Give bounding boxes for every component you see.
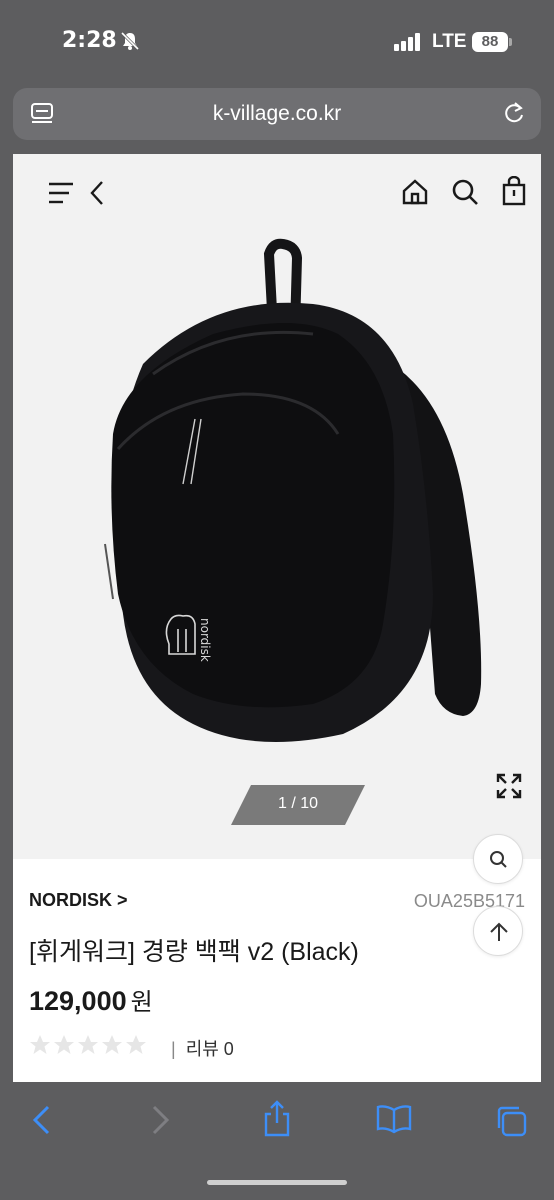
review-label[interactable]: 리뷰 0 [186,1039,234,1059]
price-currency: 원 [130,989,153,1016]
zoom-button[interactable] [473,834,523,884]
back-icon[interactable] [30,1104,52,1141]
star-rating [29,1034,149,1061]
status-time: 2:28 [62,28,117,53]
expand-icon[interactable] [495,772,523,805]
silent-bell-icon [120,31,140,56]
brand-link[interactable]: NORDISK > [29,890,128,911]
share-icon[interactable] [262,1100,292,1143]
divider: | [171,1039,176,1059]
review-count[interactable]: | 리뷰 0 [171,1035,234,1061]
tabs-icon[interactable] [494,1104,528,1143]
network-type: LTE [432,31,467,52]
forward-icon[interactable] [150,1104,172,1141]
battery-tip [509,38,512,46]
address-bar[interactable]: k-village.co.kr [13,88,541,140]
search-icon[interactable] [451,178,479,211]
product-title: [휘게워크] 경량 백팩 v2 (Black) [29,938,359,966]
scroll-top-button[interactable] [473,906,523,956]
home-icon[interactable] [401,178,429,211]
product-price: 129,000 원 [29,982,153,1017]
back-chevron-icon[interactable] [89,180,105,211]
product-gallery[interactable]: nordisk 1 / 10 [13,154,541,859]
price-value: 129,000 [29,986,127,1016]
product-image: nordisk [83,234,493,759]
reload-icon[interactable] [501,100,527,131]
shopping-bag-icon[interactable] [501,175,527,211]
status-bar: 2:28 LTE 88 [0,0,554,80]
image-counter-text: 1 / 10 [277,795,319,812]
menu-icon[interactable] [47,180,75,211]
web-content: nordisk 1 / 10 NORDISK > OUA25B5171 [휘게워… [13,154,541,1082]
url-text[interactable]: k-village.co.kr [13,102,541,126]
battery-icon: 88 [472,32,508,52]
home-indicator[interactable] [207,1180,347,1185]
signal-icon [394,33,422,56]
svg-text:nordisk: nordisk [198,618,212,662]
bookmarks-icon[interactable] [376,1104,412,1139]
image-counter: 1 / 10 [231,785,365,825]
